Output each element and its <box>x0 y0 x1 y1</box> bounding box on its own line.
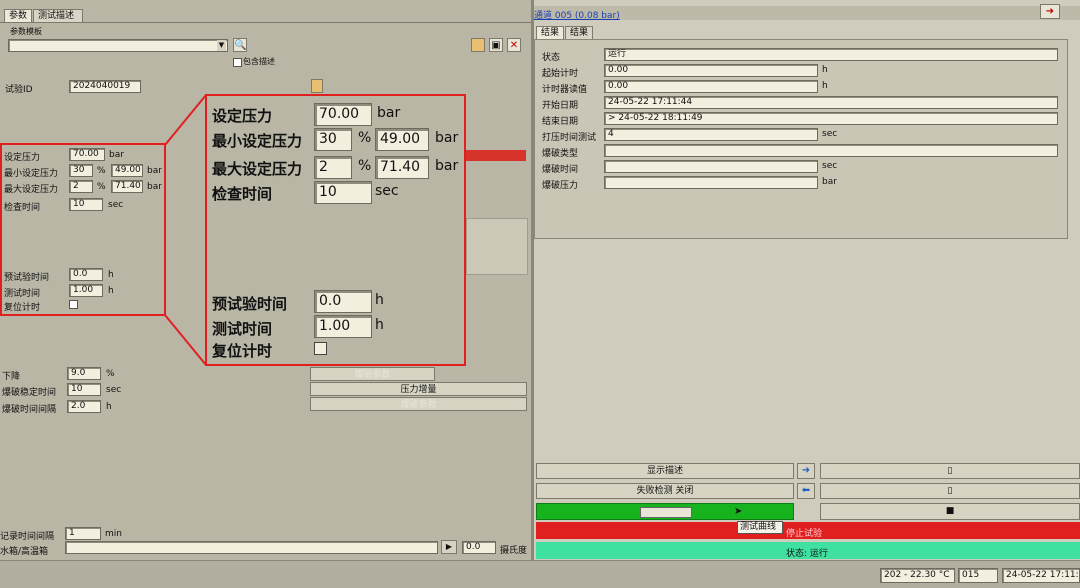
fail-detect-button[interactable]: 失败检测 关闭 <box>536 483 794 499</box>
tab-results-2[interactable]: 结果 <box>565 26 593 39</box>
document-icon: ▯ <box>947 466 953 476</box>
result-unit: h <box>822 81 828 91</box>
arrow-left-icon[interactable]: ⬅ <box>797 483 815 499</box>
zoom-max-pct: 2 <box>314 156 352 179</box>
burst-param-button-1[interactable]: 爆破参数 <box>310 367 435 381</box>
result-label: 爆破时间 <box>542 165 579 175</box>
taskbar: 202 - 22.30 °C 015 24-05-22 17:11:52 <box>0 560 1080 588</box>
result-unit: h <box>822 65 828 75</box>
result-unit: sec <box>822 161 838 171</box>
water-tank-select[interactable] <box>65 541 438 554</box>
result-value: 0.00 <box>604 64 818 77</box>
zoom-min-unit: bar <box>435 130 459 146</box>
result-label: 打压时间测试 <box>542 133 597 143</box>
result-label: 开始日期 <box>542 101 579 111</box>
zoom-test-label: 测试时间 <box>212 320 273 338</box>
tooltip-text: 测试曲线 <box>740 522 777 532</box>
water-tank-temp-field[interactable]: 0.0 <box>462 541 496 554</box>
result-value: > 24-05-22 18:11:49 <box>604 112 1058 125</box>
zoom-check-label: 检查时间 <box>212 185 273 203</box>
drop-field[interactable]: 9.0 <box>67 367 101 380</box>
exit-icon[interactable]: ➜ <box>1040 4 1060 19</box>
zoom-min-label: 最小设定压力 <box>212 132 303 150</box>
result-value: 0.00 <box>604 80 818 93</box>
result-unit: bar <box>822 177 837 187</box>
result-label: 起始计时 <box>542 69 579 79</box>
zoom-box: 设定压力 70.00 bar 最小设定压力 30 % 49.00 bar 最大设… <box>205 94 466 366</box>
water-tank-label: 水箱/高温箱 <box>0 547 49 557</box>
zoom-set-pressure-field: 70.00 <box>314 103 372 126</box>
burst-param-button-2[interactable]: 爆破参数 <box>310 397 527 411</box>
water-tank-unit: 摄氏度 <box>500 546 528 556</box>
result-label: 状态 <box>542 53 561 63</box>
green-progress-bar[interactable] <box>536 503 794 520</box>
burst-stable-field[interactable]: 10 <box>67 383 101 396</box>
taskbar-temp: 202 - 22.30 °C <box>880 568 955 583</box>
arrow-right-icon[interactable]: ➜ <box>797 463 815 479</box>
zoom-pre-label: 预试验时间 <box>212 295 288 313</box>
zoom-min-pct: 30 <box>314 128 352 151</box>
zoom-max-unit: bar <box>435 158 459 174</box>
channel-header: 通道 005 (0.08 bar) <box>534 11 620 21</box>
record-interval-field[interactable]: 1 <box>65 527 101 540</box>
cursor-icon: ➤ <box>734 506 743 517</box>
result-label: 结束日期 <box>542 117 579 127</box>
stop-test-label: 停止试验 <box>786 529 823 539</box>
right-empty-box <box>466 218 528 275</box>
zoom-max-label: 最大设定压力 <box>212 160 303 178</box>
burst-interval-field[interactable]: 2.0 <box>67 400 101 413</box>
record-interval-unit: min <box>105 529 122 539</box>
zoom-pre-unit: h <box>375 292 384 308</box>
result-label: 爆破压力 <box>542 181 579 191</box>
burst-interval-unit: h <box>106 402 112 412</box>
taskbar-datetime: 24-05-22 17:11:52 <box>1002 568 1080 583</box>
show-desc-button[interactable]: 显示描述 <box>536 463 794 479</box>
action-button-2[interactable]: ▯ <box>820 483 1080 499</box>
left-panel: 参数 测试描述 参数模板 ▼ 🔍 ▣ ✕ 包含描述 试验ID 202404001… <box>0 0 531 588</box>
zoom-check-unit: sec <box>375 183 399 199</box>
zoom-min-value: 49.00 <box>375 128 429 151</box>
zoom-set-pressure-unit: bar <box>377 105 401 121</box>
action-button-1[interactable]: ▯ <box>820 463 1080 479</box>
zoom-set-pressure-label: 设定压力 <box>212 107 273 125</box>
zoom-test-unit: h <box>375 317 384 333</box>
play-icon[interactable]: ▶ <box>441 540 457 554</box>
result-label: 爆破类型 <box>542 149 579 159</box>
result-value <box>604 144 1058 157</box>
zoom-max-pct-unit: % <box>358 158 372 174</box>
zoom-max-value: 71.40 <box>375 156 429 179</box>
tab-results[interactable]: 结果 <box>536 26 564 39</box>
result-label: 计时器读值 <box>542 85 588 95</box>
record-interval-label: 记录时间间隔 <box>0 532 55 542</box>
zoom-test-value: 1.00 <box>314 315 372 338</box>
taskbar-code: 015 <box>958 568 998 583</box>
zoom-check-value: 10 <box>314 181 372 204</box>
right-panel: 通道 005 (0.08 bar) ➜ 结果 结果 状态 运行起始计时 0.00 h 计… <box>534 0 1080 560</box>
progress-indicator <box>640 507 692 518</box>
drop-unit: % <box>106 369 115 379</box>
burst-stable-unit: sec <box>106 385 122 395</box>
result-value <box>604 160 818 173</box>
drop-label: 下降 <box>2 372 21 382</box>
result-value <box>604 176 818 189</box>
cube-icon: ■ <box>945 506 955 516</box>
status-red-bar <box>466 150 526 161</box>
copy-icon: ▯ <box>947 486 953 496</box>
zoom-reset-label: 复位计时 <box>212 342 273 360</box>
burst-stable-label: 爆破稳定时间 <box>2 388 57 398</box>
result-value: 4 <box>604 128 818 141</box>
result-unit: sec <box>822 129 838 139</box>
pressure-increment-button[interactable]: 压力增量 <box>310 382 527 396</box>
zoom-min-pct-unit: % <box>358 130 372 146</box>
zoom-reset-checkbox <box>314 342 327 355</box>
result-value: 24-05-22 17:11:44 <box>604 96 1058 109</box>
tooltip-test-curve: 测试曲线 <box>737 521 783 534</box>
action-button-3[interactable]: ■ <box>820 503 1080 520</box>
status-bar-label: 状态: 运行 <box>786 549 828 559</box>
zoom-pre-value: 0.0 <box>314 290 372 313</box>
result-value: 运行 <box>604 48 1058 61</box>
burst-interval-label: 爆破时间间隔 <box>2 405 57 415</box>
